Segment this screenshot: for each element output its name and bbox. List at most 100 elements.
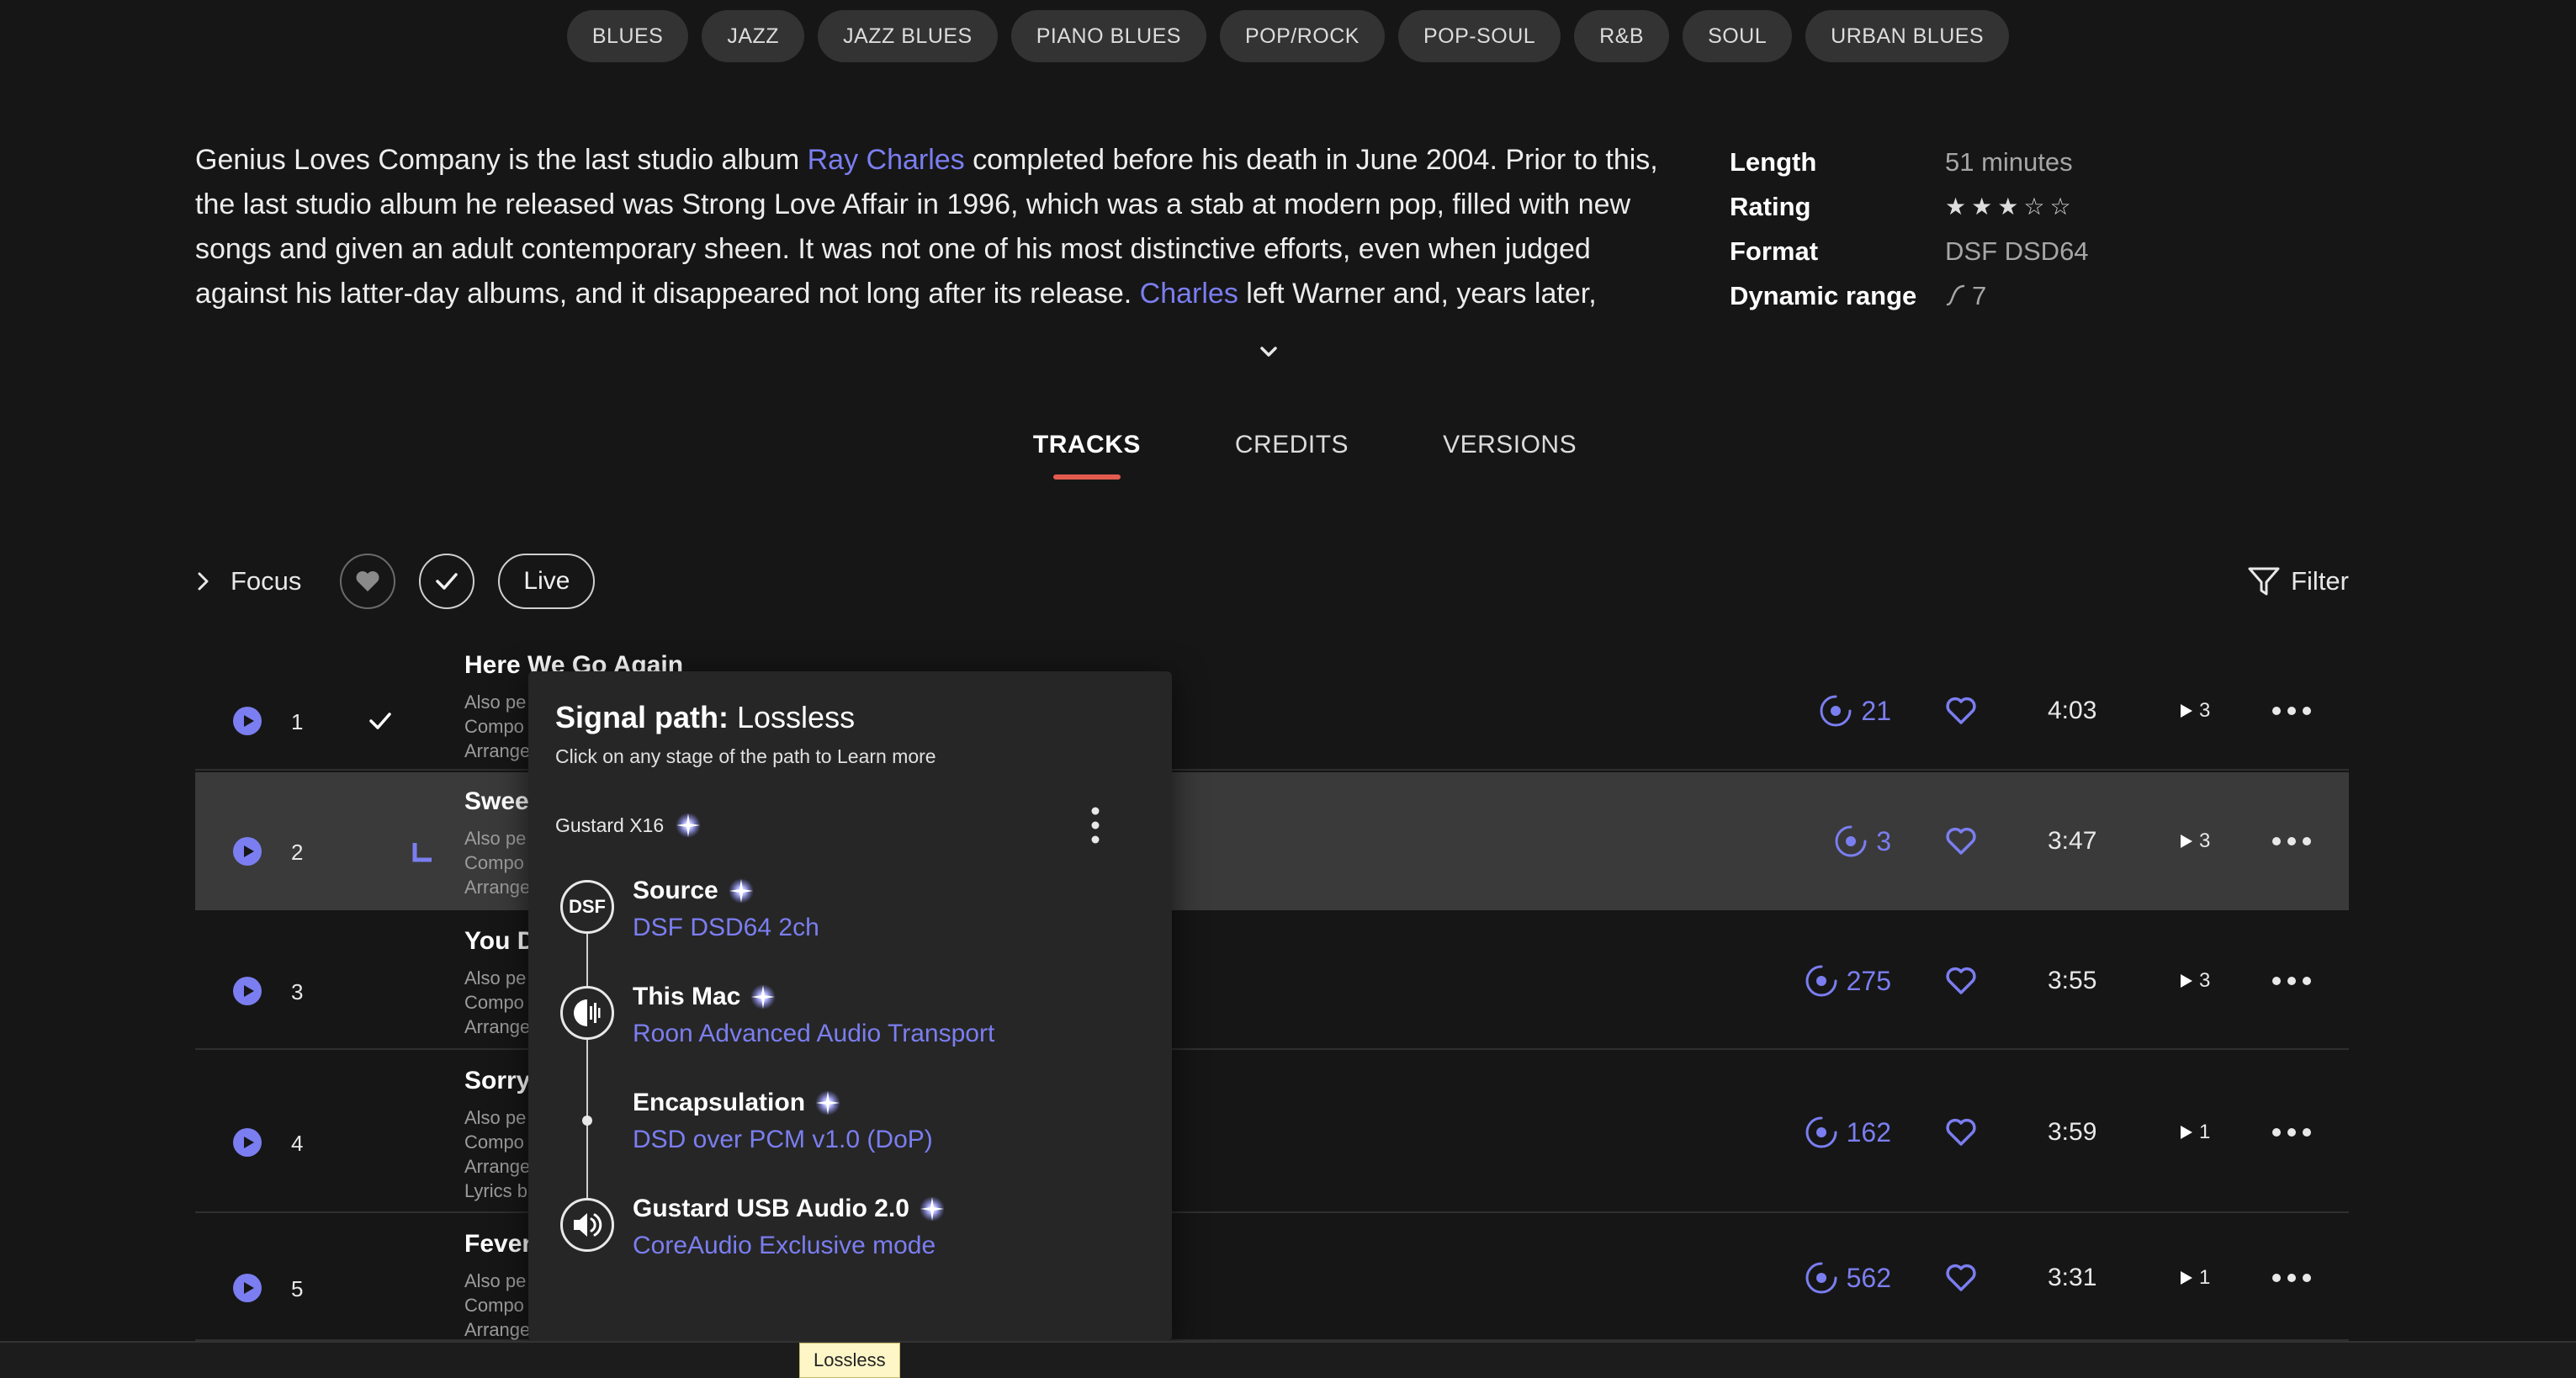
library-filter-button[interactable]	[419, 554, 475, 609]
stage-value[interactable]: DSD over PCM v1.0 (DoP)	[633, 1126, 933, 1154]
rating-stars[interactable]: ★ ★ ★ ☆ ☆	[1945, 194, 2071, 219]
listener-count[interactable]: 3	[1834, 824, 1891, 858]
filter-button[interactable]: Filter	[2247, 554, 2349, 609]
stage-value[interactable]: DSF DSD64 2ch	[633, 914, 819, 942]
favorites-filter-button[interactable]	[340, 554, 396, 609]
listeners-icon	[1820, 695, 1852, 727]
play-icon[interactable]	[232, 836, 262, 867]
play-icon[interactable]	[232, 1273, 262, 1303]
heart-icon[interactable]	[1945, 695, 1977, 727]
check-icon	[436, 573, 458, 590]
track-title[interactable]: Sweet	[464, 787, 538, 816]
genre-pill[interactable]: JAZZ	[702, 10, 805, 62]
listener-count[interactable]: 275	[1805, 964, 1891, 998]
rating-label: Rating	[1730, 191, 1811, 221]
genre-pill[interactable]: R&B	[1574, 10, 1670, 62]
chevron-down-icon[interactable]	[1255, 338, 1282, 365]
track-title[interactable]: Fever	[464, 1230, 532, 1259]
star-filled-icon[interactable]: ★	[1997, 194, 2018, 219]
description-text: left Warner and, years later,	[1238, 278, 1597, 310]
play-small-icon	[2181, 835, 2192, 848]
play-count-value: 1	[2199, 1121, 2211, 1143]
source-format-icon[interactable]: DSF	[560, 880, 614, 934]
play-icon[interactable]	[232, 1127, 262, 1158]
track-credit-line: Also pe	[464, 1107, 527, 1128]
track-credit-line: Arrange	[464, 740, 531, 761]
genre-pill[interactable]: SOUL	[1683, 10, 1793, 62]
track-title[interactable]: Sorry	[464, 1067, 530, 1095]
album-description: Genius Loves Company is the last studio …	[195, 138, 1659, 316]
play-icon[interactable]	[232, 706, 262, 736]
format-label: Format	[1730, 236, 1819, 266]
corner-tag-icon[interactable]	[412, 840, 434, 862]
more-horizontal-icon[interactable]	[2271, 1273, 2312, 1283]
stage-name[interactable]: This Mac	[633, 983, 777, 1011]
more-horizontal-icon[interactable]	[2271, 706, 2312, 716]
star-empty-icon[interactable]: ☆	[2023, 194, 2044, 219]
speaker-icon[interactable]	[560, 1198, 614, 1252]
listener-count[interactable]: 162	[1805, 1116, 1891, 1149]
more-horizontal-icon[interactable]	[2271, 1127, 2312, 1137]
stage-name-text: This Mac	[633, 983, 741, 1010]
table-row[interactable]: 5 Fever Also pe Compo Arrange 562 3:31 1	[195, 1215, 2349, 1341]
more-horizontal-icon[interactable]	[2271, 976, 2312, 986]
check-icon[interactable]	[367, 708, 394, 734]
table-row[interactable]: 3 You D Also pe Compo Arrange 275 3:55 3	[195, 912, 2349, 1050]
listener-count[interactable]: 21	[1819, 694, 1891, 728]
play-count: 3	[2179, 699, 2210, 723]
heart-icon[interactable]	[1945, 825, 1977, 857]
star-empty-icon[interactable]: ☆	[2049, 194, 2070, 219]
tab-tracks[interactable]: TRACKS	[1033, 431, 1141, 480]
track-credit-line: Also pe	[464, 1270, 527, 1291]
heart-icon	[356, 571, 379, 591]
track-duration: 3:55	[2048, 967, 2097, 994]
signal-path-subtitle: Click on any stage of the path to Learn …	[555, 745, 936, 767]
genre-pill[interactable]: PIANO BLUES	[1010, 10, 1206, 62]
play-count-value: 1	[2199, 1266, 2211, 1289]
tab-versions[interactable]: VERSIONS	[1443, 431, 1577, 480]
stage-name[interactable]: Encapsulation	[633, 1089, 842, 1117]
dynamic-range-label: Dynamic range	[1730, 280, 1917, 310]
track-title[interactable]: You D	[464, 927, 535, 956]
genre-pill[interactable]: URBAN BLUES	[1805, 10, 2010, 62]
stage-name[interactable]: Source	[633, 877, 755, 905]
play-count-value: 3	[2199, 829, 2211, 852]
zone-name[interactable]: Gustard X16	[555, 811, 702, 840]
track-credit-line: Also pe	[464, 967, 527, 988]
table-row[interactable]: 4 Sorry Also pe Compo Arrange Lyrics b 162 3:59…	[195, 1052, 2349, 1213]
stage-value[interactable]: CoreAudio Exclusive mode	[633, 1232, 936, 1260]
genre-pill[interactable]: JAZZ BLUES	[818, 10, 998, 62]
listener-count[interactable]: 562	[1805, 1261, 1891, 1295]
stage-name[interactable]: Gustard USB Audio 2.0	[633, 1195, 946, 1223]
heart-icon[interactable]	[1945, 965, 1977, 997]
play-count: 3	[2179, 969, 2210, 993]
star-filled-icon[interactable]: ★	[1971, 194, 1992, 219]
table-row[interactable]: 2 Sweet Also pe Compo Arrange 3 3:47 3	[195, 772, 2349, 910]
genre-pill[interactable]: POP/ROCK	[1219, 10, 1385, 62]
play-icon[interactable]	[232, 976, 262, 1006]
signal-path-title: Signal path: Lossless	[555, 700, 855, 735]
filter-label: Filter	[2291, 566, 2349, 596]
star-filled-icon[interactable]: ★	[1945, 194, 1966, 219]
roon-logo-icon	[574, 999, 601, 1026]
heart-icon[interactable]	[1945, 1116, 1977, 1148]
table-row[interactable]: 1 Here We Go Again Also pe Compo Arrange 21 4:…	[195, 651, 2349, 771]
signal-path-tooltip: Lossless	[799, 1343, 900, 1378]
genre-pill[interactable]: POP-SOUL	[1397, 10, 1561, 62]
track-duration: 3:31	[2048, 1264, 2097, 1291]
live-filter-button[interactable]: Live	[498, 554, 596, 609]
artist-link[interactable]: Ray Charles	[808, 144, 965, 176]
artist-link[interactable]: Charles	[1140, 278, 1238, 310]
tab-credits[interactable]: CREDITS	[1235, 431, 1349, 480]
heart-icon[interactable]	[1945, 1262, 1977, 1294]
roon-icon[interactable]	[560, 986, 614, 1040]
more-vertical-icon[interactable]	[1090, 806, 1100, 845]
format-value: DSF DSD64	[1945, 236, 2089, 266]
track-credit-line: Compo	[464, 852, 524, 873]
focus-button[interactable]: Focus	[195, 566, 301, 596]
more-horizontal-icon[interactable]	[2271, 836, 2312, 846]
quality-star-icon	[750, 984, 777, 1010]
track-credit-line: Arrange	[464, 877, 531, 898]
genre-pill[interactable]: BLUES	[566, 10, 689, 62]
stage-value[interactable]: Roon Advanced Audio Transport	[633, 1020, 994, 1048]
